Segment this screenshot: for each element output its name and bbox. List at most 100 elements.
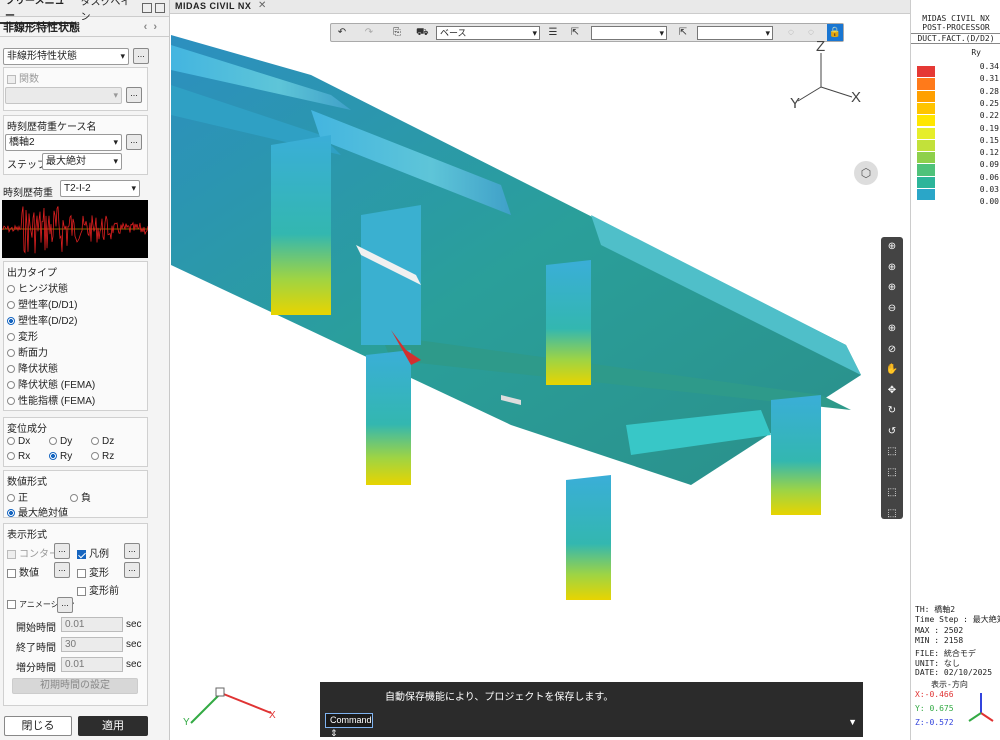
sign-positive[interactable]: 正 (7, 489, 28, 504)
end-time-label: 終了時間 (16, 643, 56, 654)
value-option[interactable]: 数値 (7, 564, 39, 579)
rotate-y-icon[interactable]: ↺ (881, 422, 903, 443)
end-time-input[interactable]: 30 (61, 637, 123, 652)
th-case-select[interactable]: 橋軸2 ▾ (5, 134, 122, 151)
output-type-option[interactable]: 塑性率(D/D2) (7, 312, 77, 327)
th-load-select[interactable]: T2-I-2 ▾ (60, 180, 140, 197)
function-select[interactable]: ▾ (5, 87, 122, 104)
bridge-model-render (171, 35, 861, 600)
output-type-label: 出力タイプ (7, 268, 57, 279)
undo-icon[interactable]: ↶ (336, 27, 348, 39)
legend-title-3: DUCT.FACT.(D/D2) (911, 33, 1000, 44)
rotate-icon[interactable]: ✥ (881, 381, 903, 402)
iso-view-icon[interactable]: ⬚ (881, 442, 903, 463)
deform-option[interactable]: 変形 (77, 564, 109, 579)
output-type-option[interactable]: ヒンジ状態 (7, 280, 68, 295)
redo-icon[interactable]: ↷ (363, 27, 375, 39)
function-label: 関数 (19, 74, 39, 85)
apply-button[interactable]: 適用 (78, 716, 148, 736)
init-time-button[interactable]: 初期時間の設定 (12, 678, 138, 694)
th-case-group: 時刻歴荷重ケース名 橋軸2 ▾ ... ステップ 最大絶対 ▾ (3, 115, 148, 175)
output-type-option[interactable]: 降伏状態 (FEMA) (7, 376, 95, 391)
legend-color-swatch (917, 164, 935, 177)
legend-title-1: MIDAS CIVIL NX (922, 14, 990, 23)
output-type-option[interactable]: 断面力 (7, 344, 48, 359)
animation-more-button[interactable]: ... (57, 597, 73, 613)
grid-icon[interactable] (155, 3, 165, 13)
display-group: 表示形式 コンター図 ... 凡例 ... 数値 ... 変形 ... 変形前 … (3, 523, 148, 706)
zoom-fit-icon[interactable]: ⊕ (881, 237, 903, 258)
base-select[interactable]: ベース ▾ (436, 26, 540, 40)
sign-max-abs[interactable]: 最大絶対値 (7, 504, 68, 519)
legend-dir-label: 表示-方向 (931, 680, 968, 689)
section-nav-icon[interactable]: ‹› (144, 21, 169, 33)
close-button[interactable]: 閉じる (4, 716, 72, 736)
step-select[interactable]: 最大絶対 ▾ (42, 153, 122, 170)
zoom-window-icon[interactable]: ⊕ (881, 258, 903, 279)
filter-select[interactable]: ▾ (591, 26, 667, 40)
component-option[interactable]: Rz (91, 451, 114, 462)
legend-x-dir: X:-0.466 (915, 690, 954, 699)
legend-value: 0.06 (979, 172, 999, 182)
component-option[interactable]: Ry (49, 451, 72, 462)
function-checkbox[interactable] (7, 74, 16, 84)
legend-color-swatch (917, 102, 935, 116)
legend-option[interactable]: 凡例 (77, 545, 109, 560)
output-type-option[interactable]: 降伏状態 (7, 360, 58, 375)
legend-value: 0.03 (979, 185, 999, 194)
top-view-icon[interactable]: ⬚ (881, 504, 903, 525)
legend-title-2: POST-PROCESSOR (922, 23, 990, 32)
output-type-option[interactable]: 変形 (7, 328, 38, 343)
layer-icon[interactable]: ☰ (547, 27, 559, 39)
function-more-button[interactable]: ... (126, 87, 142, 103)
view-toolbar: ↶ ↷ ⎘ ⛟ ベース ▾ ☰ ⇱ ▾ ⇱ ▾ ◌ ◌ 🔒 (330, 23, 844, 42)
node-icon[interactable]: ⇱ (677, 27, 689, 39)
element-select[interactable]: ▾ (697, 26, 773, 40)
incr-time-unit: sec (126, 659, 142, 670)
sign-negative[interactable]: 負 (70, 489, 91, 504)
component-option[interactable]: Dx (7, 436, 30, 447)
front-view-icon[interactable]: ⬚ (881, 463, 903, 484)
component-option[interactable]: Rx (7, 451, 30, 462)
select-icon[interactable]: ⇱ (569, 27, 581, 39)
pan-icon[interactable]: ✋ (881, 360, 903, 381)
model-viewport[interactable]: ↶ ↷ ⎘ ⛟ ベース ▾ ☰ ⇱ ▾ ⇱ ▾ ◌ ◌ 🔒 Z Y X ⬡ ⊕ ⊕… (171, 15, 910, 740)
command-input[interactable]: Command ⇕ (325, 713, 373, 738)
component-option[interactable]: Dy (49, 436, 72, 447)
side-view-icon[interactable]: ⬚ (881, 483, 903, 504)
layout-icon[interactable] (142, 3, 152, 13)
legend-value: 0.28 (979, 86, 999, 96)
component-option[interactable]: Dz (91, 436, 114, 447)
output-type-option[interactable]: 性能指標 (FEMA) (7, 392, 95, 407)
command-message: 自動保存機能により、プロジェクトを保存します。 (385, 692, 614, 703)
view-icon[interactable]: ⎘ (391, 27, 403, 39)
display-label: 表示形式 (7, 530, 47, 541)
output-type-option[interactable]: 塑性率(D/D1) (7, 296, 77, 311)
legend-color-swatch (917, 66, 935, 79)
zoom-out-icon[interactable]: ⊖ (881, 299, 903, 320)
expand-icon[interactable]: ▼ (848, 717, 857, 727)
mode-more-button[interactable]: ... (133, 48, 149, 64)
legend-more-button[interactable]: ... (124, 543, 140, 559)
th-case-more-button[interactable]: ... (126, 134, 142, 150)
tab-task-pane[interactable]: タスクペイン (76, 0, 142, 23)
deform-more-button[interactable]: ... (124, 562, 140, 578)
predeform-option[interactable]: 変形前 (77, 582, 119, 597)
truck-icon[interactable]: ⛟ (416, 27, 429, 39)
mode-select[interactable]: 非線形特性状態 ▾ (3, 48, 129, 65)
zoom-dynamic-icon[interactable]: ⊘ (881, 340, 903, 361)
contour-more-button[interactable]: ... (54, 543, 70, 559)
legend-color-swatch (917, 189, 935, 202)
document-tab[interactable]: MIDAS CIVIL NX (175, 1, 251, 11)
end-time-unit: sec (126, 639, 142, 650)
value-more-button[interactable]: ... (54, 562, 70, 578)
function-group: 関数 ▾ ... (3, 67, 148, 111)
close-tab-icon[interactable]: ✕ (258, 0, 266, 11)
view-cube-icon[interactable]: ⬡ (854, 161, 878, 185)
legend-color-swatch (917, 127, 935, 140)
start-time-input[interactable]: 0.01 (61, 617, 123, 632)
rotate-x-icon[interactable]: ↻ (881, 401, 903, 422)
incr-time-input[interactable]: 0.01 (61, 657, 123, 672)
zoom-area-icon[interactable]: ⊕ (881, 319, 903, 340)
zoom-in-icon[interactable]: ⊕ (881, 278, 903, 299)
